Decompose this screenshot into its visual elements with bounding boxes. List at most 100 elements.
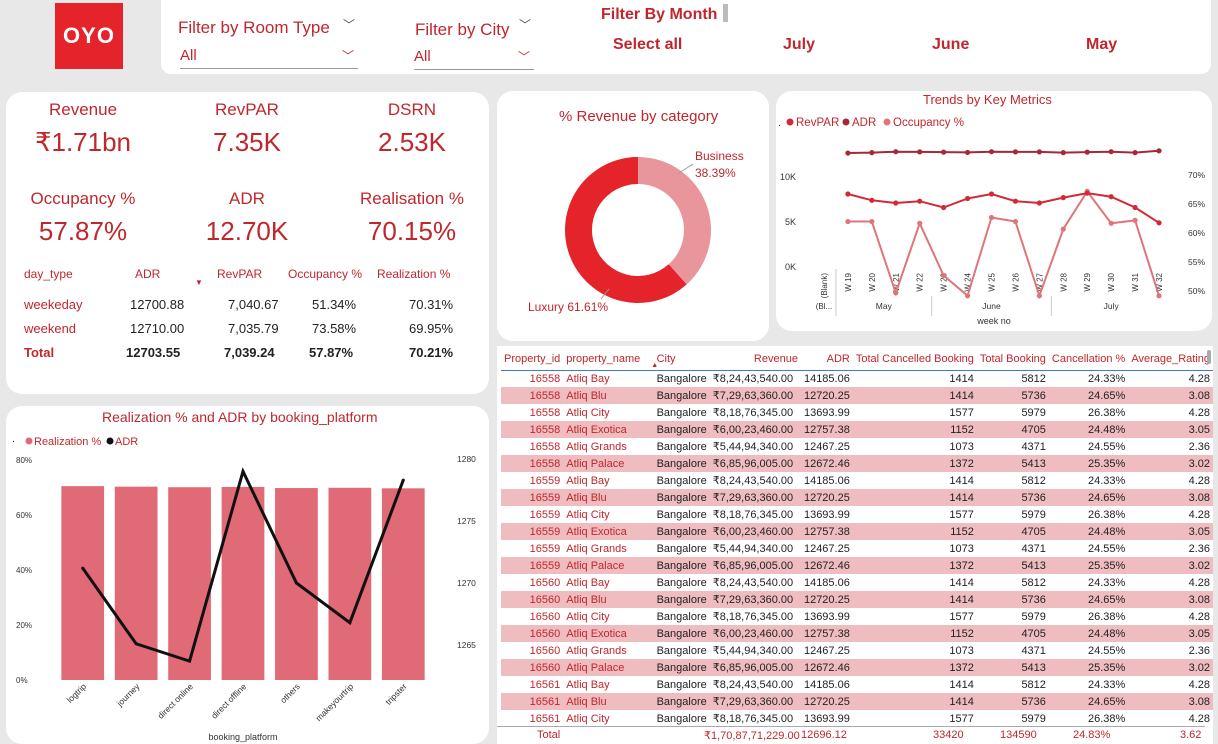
table-cell: 12757.38	[800, 625, 853, 642]
sort-desc-icon[interactable]: ▼	[195, 278, 203, 287]
room-type-select[interactable]: All ﹀	[180, 47, 358, 69]
table-row[interactable]: 16561 Atliq City Bangalore ₹8,18,76,345.00 1…	[501, 710, 1213, 727]
table-row[interactable]: 16561 Atliq Blu Bangalore ₹7,29,63,360.00 12…	[501, 693, 1213, 710]
table-cell: 2.36	[1188, 644, 1210, 657]
realization-total: 70.21%	[409, 345, 454, 360]
table-row[interactable]: 16561 Atliq Bay Bangalore ₹8,24,43,540.00 14…	[501, 676, 1213, 693]
column-header[interactable]: property_name ▲	[563, 349, 658, 371]
table-row[interactable]: 16559 Atliq Exotica Bangalore ₹6,00,23,460.…	[501, 523, 1213, 540]
chevron-down-icon: ﹀	[341, 49, 354, 63]
table-cell: ₹8,24,43,540.00	[712, 475, 794, 487]
table-row[interactable]: 16558 Atliq Exotica Bangalore ₹6,00,23,460.…	[501, 421, 1213, 438]
table-cell: Atliq Palace	[563, 455, 654, 472]
realization-header[interactable]: Realization %	[377, 267, 450, 281]
month-option-june[interactable]: June	[932, 36, 969, 54]
table-row[interactable]: 16560 Atliq City Bangalore ₹8,18,76,345.00 1…	[501, 608, 1213, 625]
table-row[interactable]: 16560 Atliq Blu Bangalore ₹7,29,63,360.00 12…	[501, 591, 1213, 608]
y-tick-label: 0K	[785, 262, 796, 272]
table-cell: 5413	[976, 659, 1049, 676]
y2-tick-label: 65%	[1188, 199, 1205, 209]
series-point-revpar	[869, 197, 875, 203]
city-select[interactable]: All ﹀	[414, 48, 534, 70]
column-header[interactable]: Cancellation %	[1048, 349, 1129, 371]
y2-tick-label: 1275	[457, 516, 476, 526]
table-cell: Atliq Grands	[566, 644, 627, 657]
table-cell: Bangalore	[653, 693, 710, 710]
y2-tick-label: 55%	[1188, 257, 1205, 267]
column-header[interactable]: Average_Rating	[1128, 349, 1213, 371]
table-row[interactable]: 16559 Atliq Grands Bangalore ₹5,44,94,340.0…	[501, 540, 1213, 557]
series-point-revpar	[988, 191, 995, 197]
occupancy-header[interactable]: Occupancy %	[288, 267, 362, 281]
table-cell: ₹8,24,43,540.00	[712, 373, 794, 386]
column-header[interactable]: City	[653, 349, 710, 371]
table-cell: 1073	[949, 542, 974, 555]
table-cell: 25.35%	[1048, 455, 1129, 472]
month-option-july[interactable]: July	[783, 36, 815, 54]
chevron-down-icon[interactable]: ﹀	[519, 16, 531, 33]
table-row[interactable]: 16558 Atliq Grands Bangalore ₹5,44,94,340.0…	[501, 438, 1213, 455]
table-row[interactable]: 16560 Atliq Exotica Bangalore ₹6,00,23,460.…	[501, 625, 1213, 642]
adr-header[interactable]: ADR	[135, 267, 160, 281]
table-cell: ₹5,44,94,340.00	[712, 543, 794, 555]
occupancy-kpi-value: 57.87%	[38, 216, 128, 246]
table-cell: 5736	[976, 489, 1049, 506]
table-cell: 24.55%	[1087, 440, 1126, 453]
table-row[interactable]: 16560 Atliq Bay Bangalore ₹8,24,43,540.00 14…	[501, 574, 1213, 591]
table-cell: 4.28	[1188, 406, 1210, 419]
sort-asc-icon[interactable]: ▲	[651, 362, 658, 369]
column-header[interactable]: Total Booking	[976, 349, 1049, 371]
table-cell: 12672.46	[800, 557, 853, 574]
month-option-select-all[interactable]: Select all	[613, 36, 682, 54]
column-header[interactable]: Property_id	[501, 349, 564, 371]
room-type-selected-value: All	[180, 47, 197, 64]
table-row[interactable]: 16559 Atliq Palace Bangalore ₹6,85,96,005.0…	[501, 557, 1213, 574]
legend-swatch	[883, 118, 891, 126]
table-cell: 1414	[949, 678, 974, 691]
table-row[interactable]: 16560 Atliq Palace Bangalore ₹6,85,96,005.0…	[501, 659, 1213, 676]
table-cell: ₹5,44,94,340.00	[712, 645, 794, 657]
series-point-adr	[917, 149, 923, 155]
table-scrollbar[interactable]	[1207, 350, 1211, 364]
revpar-header[interactable]: RevPAR	[217, 267, 262, 281]
occupancy-cell: 51.34%	[312, 297, 357, 312]
table-row[interactable]: 16558 Atliq Bay Bangalore ₹8,24,43,540.00 14…	[501, 370, 1213, 387]
legend-swatch	[842, 118, 850, 126]
series-point-adr	[1084, 149, 1090, 155]
table-cell: 1414	[852, 387, 977, 404]
table-row[interactable]: 16558 Atliq Blu Bangalore ₹7,29,63,360.00 12…	[501, 387, 1213, 404]
table-cell: 24.55%	[1087, 644, 1126, 657]
table-row[interactable]: 16559 Atliq Bay Bangalore ₹8,24,43,540.00 14…	[501, 472, 1213, 489]
table-cell: Bangalore	[653, 387, 710, 404]
table-cell: Bangalore	[653, 421, 710, 438]
table-cell: ₹8,18,76,345.00	[712, 509, 794, 521]
column-header[interactable]: ADR	[800, 349, 853, 371]
table-cell: 25.35%	[1048, 557, 1129, 574]
oyo-logo: OYO	[55, 3, 123, 69]
table-cell: Atliq Palace	[563, 659, 654, 676]
month-option-may[interactable]: May	[1086, 36, 1117, 54]
table-row[interactable]: 16559 Atliq City Bangalore ₹8,18,76,345.00 1…	[501, 506, 1213, 523]
table-row[interactable]: 16558 Atliq City Bangalore ₹8,18,76,345.00 1…	[501, 404, 1213, 421]
table-cell: 25.35%	[1048, 659, 1129, 676]
table-cell: ₹5,44,94,340.00	[712, 441, 794, 453]
table-row[interactable]: 16559 Atliq Blu Bangalore ₹7,29,63,360.00 12…	[501, 489, 1213, 506]
adr-cell: 12700.88	[130, 297, 185, 312]
chevron-down-icon[interactable]: ﹀	[343, 16, 355, 33]
revpar-kpi-label: RevPAR	[215, 100, 279, 119]
column-header[interactable]: Revenue	[709, 349, 801, 371]
table-cell: 1372	[852, 455, 977, 472]
table-cell: 16558	[529, 440, 561, 453]
x-tick-label: tripster	[383, 681, 409, 707]
y-tick-label: 5K	[785, 217, 796, 227]
month-filter-scroll-handle[interactable]	[723, 4, 728, 22]
table-cell: 3.08	[1128, 591, 1213, 608]
realization-bar	[61, 486, 105, 680]
table-cell: 5736	[976, 693, 1049, 710]
series-point-adr	[1156, 148, 1162, 154]
table-row[interactable]: 16560 Atliq Grands Bangalore ₹5,44,94,340.0…	[501, 642, 1213, 659]
day-type-header[interactable]: day_type	[24, 267, 73, 281]
table-row[interactable]: 16558 Atliq Palace Bangalore ₹6,85,96,005.0…	[501, 455, 1213, 472]
column-header[interactable]: Total Cancelled Booking	[852, 349, 977, 371]
table-cell: 16561	[529, 712, 561, 725]
